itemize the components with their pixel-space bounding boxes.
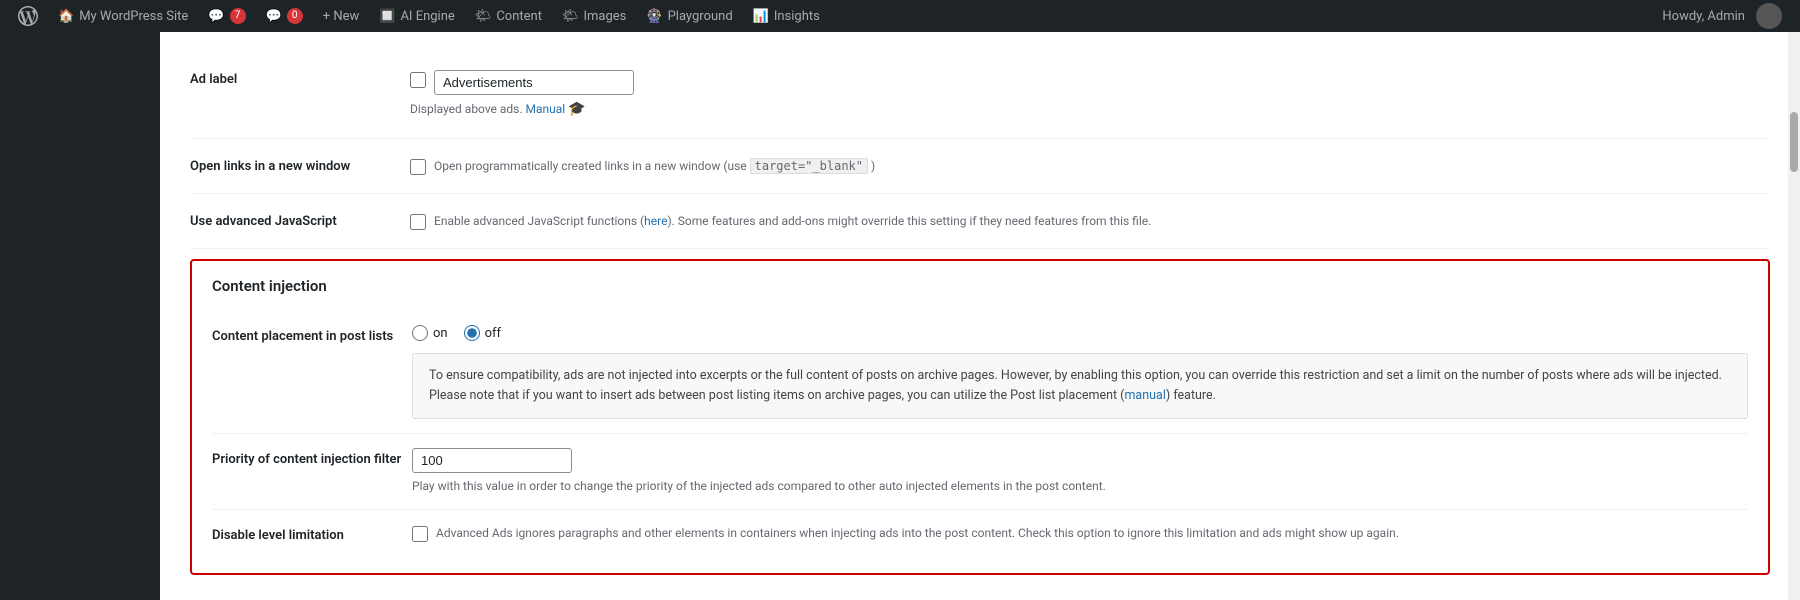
placement-label: Content placement in post lists [212, 325, 412, 344]
radio-off-option[interactable]: off [464, 325, 501, 341]
messages-item[interactable]: 💬 0 [256, 0, 313, 32]
comments-badge: 7 [230, 8, 246, 24]
disable-level-label: Disable level limitation [212, 524, 412, 543]
radio-on-input[interactable] [412, 325, 428, 341]
disable-level-help: Advanced Ads ignores paragraphs and othe… [436, 524, 1399, 542]
radio-off-label: off [485, 326, 501, 341]
images-icon: 🌤 [562, 9, 579, 24]
radio-on-label: on [433, 326, 448, 341]
messages-icon: 💬 [266, 9, 282, 24]
site-name: My WordPress Site [79, 9, 188, 24]
messages-badge: 0 [287, 8, 303, 24]
open-links-control: Open programmatically created links in a… [410, 157, 1770, 175]
ad-label-row: Ad label Displayed above ads. Manual 🎓 [190, 52, 1770, 139]
placement-desc-box: To ensure compatibility, ads are not inj… [412, 353, 1748, 419]
howdy-item[interactable]: Howdy, Admin [1652, 0, 1792, 32]
insights-icon: 📊 [753, 9, 769, 24]
priority-input[interactable] [412, 448, 572, 473]
radio-on-option[interactable]: on [412, 325, 448, 341]
insights-item[interactable]: 📊 Insights [743, 0, 830, 32]
content-injection-section: Content injection Content placement in p… [190, 259, 1770, 575]
advanced-js-row: Use advanced JavaScript Enable advanced … [190, 194, 1770, 249]
placement-radio-group: on off [412, 325, 1748, 341]
disable-level-checkbox-group: Advanced Ads ignores paragraphs and othe… [412, 524, 1748, 542]
open-links-checkbox[interactable] [410, 159, 426, 175]
home-icon: 🏠 [58, 9, 74, 24]
open-links-row: Open links in a new window Open programm… [190, 139, 1770, 194]
new-label: + New [323, 9, 360, 24]
ad-label-manual-link[interactable]: Manual [526, 102, 566, 116]
wp-logo-item[interactable] [8, 0, 48, 32]
disable-level-row: Disable level limitation Advanced Ads ig… [212, 510, 1748, 557]
howdy-label: Howdy, Admin [1662, 9, 1745, 24]
disable-level-checkbox[interactable] [412, 526, 428, 542]
open-links-help: Open programmatically created links in a… [434, 157, 875, 175]
open-links-label: Open links in a new window [190, 157, 410, 174]
content-area: Ad label Displayed above ads. Manual 🎓 O… [160, 32, 1800, 600]
content-icon: 🌤 [475, 9, 492, 24]
graduation-icon: 🎓 [568, 101, 585, 117]
ad-label-checkbox-group [410, 70, 1770, 95]
avatar [1756, 3, 1782, 29]
advanced-js-control: Enable advanced JavaScript functions (he… [410, 212, 1770, 230]
placement-row: Content placement in post lists on off [212, 311, 1748, 434]
ad-label-help: Displayed above ads. Manual 🎓 [410, 99, 1770, 120]
new-item[interactable]: + New [313, 0, 370, 32]
priority-label: Priority of content injection filter [212, 448, 412, 467]
ad-label-control: Displayed above ads. Manual 🎓 [410, 70, 1770, 120]
playground-item[interactable]: 🎡 Playground [636, 0, 742, 32]
open-links-code: target="_blank" [750, 158, 868, 174]
comments-item[interactable]: 💬 7 [198, 0, 255, 32]
advanced-js-help: Enable advanced JavaScript functions (he… [434, 212, 1151, 230]
advanced-js-checkbox-group: Enable advanced JavaScript functions (he… [410, 212, 1770, 230]
playground-label: Playground [668, 9, 733, 24]
scrollbar-thumb[interactable] [1790, 112, 1798, 172]
scrollbar-track[interactable] [1788, 32, 1800, 600]
priority-control: Play with this value in order to change … [412, 448, 1748, 495]
admin-bar: 🏠 My WordPress Site 💬 7 💬 0 + New 🔲 AI E… [0, 0, 1800, 32]
ai-engine-label: AI Engine [400, 9, 454, 24]
placement-control: on off To ensure compatibility, ads are … [412, 325, 1748, 419]
section-title: Content injection [212, 277, 1748, 295]
priority-help: Play with this value in order to change … [412, 477, 1748, 495]
advanced-js-checkbox[interactable] [410, 214, 426, 230]
placement-desc-link[interactable]: manual [1124, 388, 1165, 403]
insights-label: Insights [774, 9, 820, 24]
advanced-js-label: Use advanced JavaScript [190, 212, 410, 229]
ai-engine-item[interactable]: 🔲 AI Engine [369, 0, 465, 32]
images-item[interactable]: 🌤 Images [552, 0, 636, 32]
priority-row: Priority of content injection filter Pla… [212, 434, 1748, 510]
ai-engine-icon: 🔲 [379, 9, 395, 24]
comments-icon: 💬 [208, 9, 224, 24]
playground-icon: 🎡 [646, 9, 662, 24]
content-item[interactable]: 🌤 Content [465, 0, 552, 32]
content-label: Content [496, 9, 542, 24]
main-wrap: Ad label Displayed above ads. Manual 🎓 O… [0, 32, 1800, 600]
disable-level-control: Advanced Ads ignores paragraphs and othe… [412, 524, 1748, 542]
open-links-checkbox-group: Open programmatically created links in a… [410, 157, 1770, 175]
sidebar [0, 32, 160, 600]
ad-label-input[interactable] [434, 70, 634, 95]
images-label: Images [583, 9, 626, 24]
site-name-item[interactable]: 🏠 My WordPress Site [48, 0, 198, 32]
radio-off-input[interactable] [464, 325, 480, 341]
ad-label-label: Ad label [190, 70, 410, 87]
advanced-js-link[interactable]: here [644, 214, 667, 228]
ad-label-checkbox[interactable] [410, 72, 426, 88]
